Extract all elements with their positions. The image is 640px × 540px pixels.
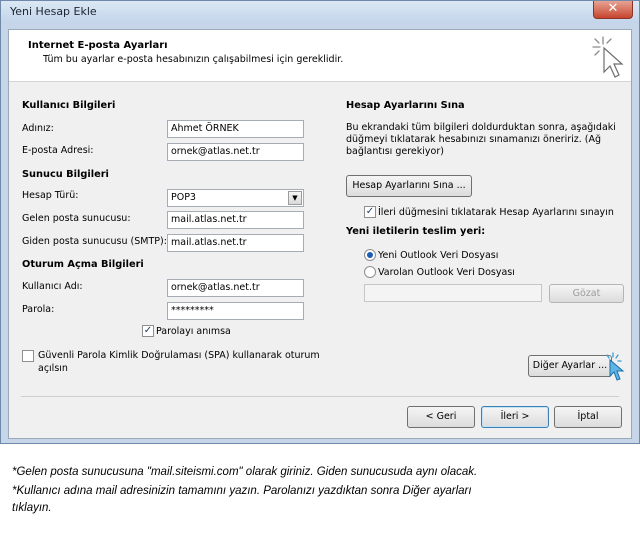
pointer-cursor-icon	[606, 352, 625, 381]
incoming-server-field[interactable]: mail.atlas.net.tr	[167, 211, 304, 229]
dialog-window: Yeni Hesap Ekle ✕ Internet E-posta Ayarl…	[0, 0, 640, 444]
auto-test-label: İleri düğmesini tıklatarak Hesap Ayarlar…	[378, 207, 614, 218]
username-label: Kullanıcı Adı:	[22, 281, 83, 292]
auto-test-checkbox[interactable]: ✓	[364, 206, 376, 218]
remember-password-label: Parolayı anımsa	[156, 326, 231, 337]
page-subtitle: Tüm bu ayarlar e-posta hesabınızın çalış…	[43, 54, 344, 65]
page-title: Internet E-posta Ayarları	[28, 40, 168, 51]
outgoing-server-field[interactable]: mail.atlas.net.tr	[167, 234, 304, 252]
incoming-server-label: Gelen posta sunucusu:	[22, 213, 131, 224]
instruction-line2: *Kullanıcı adına mail adresinizin tamamı…	[12, 485, 472, 497]
more-settings-button[interactable]: Diğer Ayarlar ...	[528, 355, 612, 377]
delivery-heading: Yeni iletilerin teslim yeri:	[346, 226, 486, 237]
outgoing-server-label: Giden posta sunucusu (SMTP):	[22, 236, 167, 247]
spa-label-line1: Güvenli Parola Kimlik Doğrulaması (SPA) …	[38, 350, 320, 361]
checkmark-icon: ✓	[365, 206, 375, 217]
existing-data-file-radio[interactable]	[364, 266, 376, 278]
spa-label-line2: açılsın	[38, 363, 68, 374]
close-icon: ✕	[607, 1, 619, 16]
dropdown-arrow-icon[interactable]: ▼	[288, 191, 302, 205]
password-label: Parola:	[22, 304, 55, 315]
wizard-cursor-icon	[592, 36, 624, 78]
account-type-label: Hesap Türü:	[22, 190, 79, 201]
instruction-line3: tıklayın.	[12, 502, 52, 514]
new-data-file-radio[interactable]	[364, 249, 376, 261]
username-field[interactable]: ornek@atlas.net.tr	[167, 279, 304, 297]
data-file-path-field[interactable]	[364, 284, 542, 302]
test-desc-line1: Bu ekrandaki tüm bilgileri doldurduktan …	[346, 122, 616, 133]
dialog-header: Internet E-posta Ayarları Tüm bu ayarlar…	[9, 30, 631, 82]
title-bar[interactable]: Yeni Hesap Ekle ✕	[1, 1, 639, 23]
test-desc-line3: bağlantısı gerekiyor)	[346, 146, 444, 157]
email-label: E-posta Adresi:	[22, 145, 94, 156]
email-field[interactable]: ornek@atlas.net.tr	[167, 143, 304, 161]
account-type-value: POP3	[171, 192, 196, 203]
checkmark-icon: ✓	[143, 325, 153, 336]
server-info-heading: Sunucu Bilgileri	[22, 169, 109, 180]
name-label: Adınız:	[22, 123, 54, 134]
back-button[interactable]: < Geri	[407, 406, 475, 428]
existing-data-file-label: Varolan Outlook Veri Dosyası	[378, 267, 515, 278]
dialog-client: Internet E-posta Ayarları Tüm bu ayarlar…	[8, 29, 632, 439]
test-desc-line2: düğmeyi tıklatarak hesabınızı sınamanızı…	[346, 134, 602, 145]
remember-password-checkbox[interactable]: ✓	[142, 325, 154, 337]
name-field[interactable]: Ahmet ÖRNEK	[167, 120, 304, 138]
cancel-button[interactable]: İptal	[554, 406, 622, 428]
password-field[interactable]: *********	[167, 302, 304, 320]
footer-divider	[21, 396, 619, 397]
test-settings-heading: Hesap Ayarlarını Sına	[346, 100, 465, 111]
spa-checkbox[interactable]	[22, 350, 34, 362]
user-info-heading: Kullanıcı Bilgileri	[22, 100, 116, 111]
browse-button[interactable]: Gözat	[549, 284, 624, 303]
logon-info-heading: Oturum Açma Bilgileri	[22, 259, 144, 270]
test-account-button[interactable]: Hesap Ayarlarını Sına ...	[346, 175, 472, 197]
instruction-line1: *Gelen posta sunucusuna "mail.siteismi.c…	[12, 466, 478, 478]
next-button[interactable]: İleri >	[481, 406, 549, 428]
window-title: Yeni Hesap Ekle	[10, 5, 97, 18]
new-data-file-label: Yeni Outlook Veri Dosyası	[378, 250, 499, 261]
account-type-select[interactable]: POP3 ▼	[167, 189, 304, 207]
close-button[interactable]: ✕	[593, 1, 633, 19]
